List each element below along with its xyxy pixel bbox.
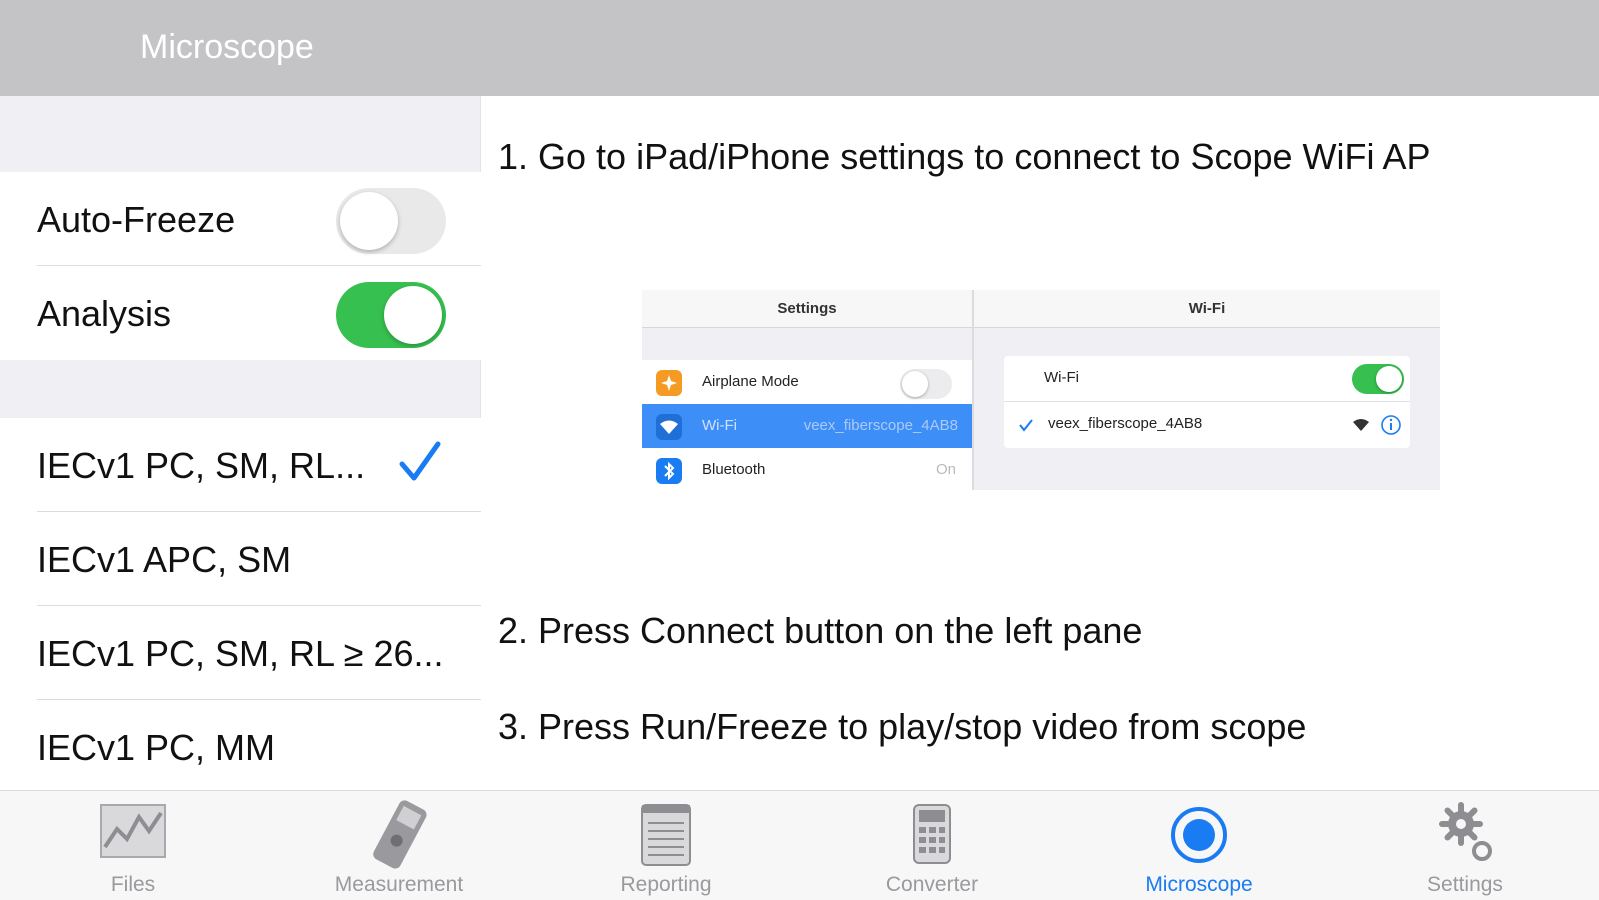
- tab-measurement[interactable]: Measurement: [266, 791, 532, 900]
- analysis-label: Analysis: [37, 293, 172, 334]
- airplane-icon: [656, 370, 682, 396]
- tab-label: Settings: [1427, 873, 1503, 896]
- left-pane: Auto-Freeze Analysis IECv1 PC, SM, RL...…: [0, 96, 481, 790]
- profile-item[interactable]: IECv1 PC, MM: [0, 700, 481, 790]
- profile-item[interactable]: IECv1 PC, SM, RL...: [0, 418, 481, 512]
- wifi-signal-icon: [1353, 419, 1369, 431]
- auto-freeze-row: Auto-Freeze: [0, 172, 481, 266]
- checkmark-icon: [399, 441, 441, 481]
- illustration-network-row: veex_fiberscope_4AB8: [1004, 402, 1410, 448]
- illustration-network-name: veex_fiberscope_4AB8: [1048, 415, 1203, 432]
- tab-label: Microscope: [1145, 873, 1253, 896]
- instructions-pane: 1. Go to iPad/iPhone settings to connect…: [482, 96, 1599, 790]
- tab-label: Measurement: [334, 873, 464, 896]
- tab-label: Reporting: [620, 873, 712, 896]
- settings-illustration: Settings Airplane Mode Wi-Fi veex_fibers…: [642, 290, 1440, 490]
- illustration-bluetooth-label: Bluetooth: [702, 461, 766, 478]
- analysis-toggle[interactable]: [336, 282, 446, 348]
- illustration-wifi-row: Wi-Fi veex_fiberscope_4AB8: [642, 404, 972, 448]
- profile-label: IECv1 PC, SM, RL...: [37, 445, 366, 486]
- microscope-icon: [1171, 807, 1227, 863]
- illustration-wifi-value: veex_fiberscope_4AB8: [803, 417, 958, 434]
- illustration-airplane-row: Airplane Mode: [642, 360, 972, 404]
- toggle-knob: [340, 192, 398, 250]
- tab-files[interactable]: Files: [0, 791, 266, 900]
- tab-label: Converter: [885, 873, 979, 896]
- tab-converter[interactable]: Converter: [799, 791, 1065, 900]
- profile-label: IECv1 PC, SM, RL ≥ 26...: [37, 633, 444, 674]
- nav-bar: Microscope: [0, 0, 1599, 96]
- gear-icon: [1439, 802, 1492, 861]
- notepad-icon: [641, 804, 691, 866]
- illustration-wifi-toggle: [1352, 364, 1404, 394]
- checkmark-icon: [1019, 419, 1033, 432]
- instruction-step-2: 2. Press Connect button on the left pane: [498, 610, 1143, 651]
- info-icon: [1381, 415, 1401, 435]
- tab-settings[interactable]: Settings: [1332, 791, 1598, 900]
- illustration-wifi-label: Wi-Fi: [702, 417, 737, 434]
- illustration-airplane-label: Airplane Mode: [702, 373, 799, 390]
- illustration-wifi-card: Wi-Fi veex_fiberscope_4AB8: [1004, 356, 1410, 448]
- analysis-row: Analysis: [0, 266, 481, 360]
- tab-microscope[interactable]: Microscope: [1066, 791, 1332, 900]
- page-title: Microscope: [140, 28, 314, 66]
- toggle-knob: [384, 286, 442, 344]
- illustration-airplane-toggle: [900, 369, 952, 399]
- tab-bar: Files Measurement Reporting Converter Mi…: [0, 790, 1599, 900]
- illustration-bluetooth-row: Bluetooth On: [642, 448, 972, 490]
- tab-label: Files: [110, 873, 156, 896]
- illustration-wifi-panel: Wi-Fi Wi-Fi veex_fiberscope_4AB8: [974, 290, 1440, 490]
- illustration-wifi-title: Wi-Fi: [974, 290, 1440, 328]
- illustration-settings-title: Settings: [642, 290, 972, 328]
- auto-freeze-toggle[interactable]: [336, 188, 446, 254]
- profile-label: IECv1 PC, MM: [37, 727, 276, 768]
- chart-icon: [100, 804, 166, 858]
- calculator-icon: [913, 804, 951, 864]
- profile-item[interactable]: IECv1 PC, SM, RL ≥ 26...: [0, 606, 481, 700]
- tab-reporting[interactable]: Reporting: [533, 791, 799, 900]
- instruction-step-3: 3. Press Run/Freeze to play/stop video f…: [498, 706, 1307, 747]
- meter-icon: [373, 800, 427, 869]
- illustration-wifi-switch-row: Wi-Fi: [1004, 356, 1410, 402]
- illustration-wifi-switch-label: Wi-Fi: [1044, 369, 1079, 386]
- instruction-step-1: 1. Go to iPad/iPhone settings to connect…: [498, 136, 1431, 177]
- profile-label: IECv1 APC, SM: [37, 539, 292, 580]
- profile-item[interactable]: IECv1 APC, SM: [0, 512, 481, 606]
- illustration-settings-panel: Settings Airplane Mode Wi-Fi veex_fibers…: [642, 290, 972, 490]
- bluetooth-icon: [656, 458, 682, 484]
- wifi-icon: [656, 414, 682, 440]
- auto-freeze-label: Auto-Freeze: [37, 199, 236, 240]
- illustration-bluetooth-value: On: [935, 461, 956, 478]
